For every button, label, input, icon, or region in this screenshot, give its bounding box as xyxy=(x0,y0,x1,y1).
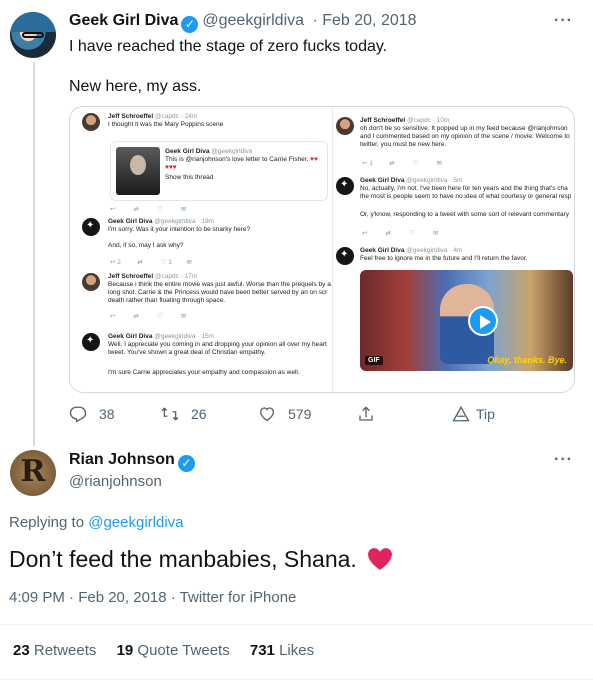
quoted-tweet: Geek Girl Diva @geekgirldiva This is @ri… xyxy=(110,141,328,201)
mini-avatar xyxy=(336,177,354,195)
mini-text: twitter, you must be new here. xyxy=(360,141,447,148)
mini-name: Geek Girl Diva xyxy=(360,247,405,254)
mini-name: Geek Girl Diva xyxy=(108,333,153,340)
mini-name: Geek Girl Diva xyxy=(360,177,405,184)
verified-badge-icon: ✓ xyxy=(177,455,195,472)
mini-text: I'm sorry. Was it your intention to be s… xyxy=(108,226,251,233)
mini-text: long shot. Carrie & the Princess would h… xyxy=(108,289,328,296)
mini-name: Geek Girl Diva xyxy=(165,148,210,155)
quoted-thumbnail xyxy=(116,147,160,195)
embedded-gif: GIF Okay, thanks. Bye. xyxy=(360,270,573,371)
tweet-attached-image[interactable]: Jeff Schroeffel @capdc · 24m I thought i… xyxy=(69,106,575,393)
mini-text: death rather than floating through space… xyxy=(108,297,226,304)
retweets-count: 23 xyxy=(13,642,30,659)
replying-prefix: Replying to xyxy=(9,514,85,531)
avatar[interactable] xyxy=(10,12,56,58)
mini-text: oh don't be so sensitive. It popped up i… xyxy=(360,125,568,132)
gif-label: GIF xyxy=(365,356,383,365)
share-button[interactable] xyxy=(357,405,387,423)
retweet-count: 26 xyxy=(191,406,207,422)
mini-name: Jeff Schroeffel xyxy=(108,273,154,280)
mini-text: I thought it was the Mary Poppins scene xyxy=(108,121,224,128)
share-icon xyxy=(359,406,373,421)
reply-author-name[interactable]: Rian Johnson xyxy=(69,451,175,468)
mini-name: Jeff Schroeffel xyxy=(360,117,406,124)
reply-author-name-row: Rian Johnson ✓ xyxy=(69,451,195,472)
mini-handle: @capdc · 17m xyxy=(154,273,198,280)
tweet-text-line2: New here, my ass. xyxy=(69,78,202,95)
mini-text: Feel free to ignore me in the future and… xyxy=(360,255,528,262)
original-tweet[interactable]: Geek Girl Diva ✓ @geekgirldiva · Feb 20, 2… xyxy=(0,0,593,446)
more-options-button[interactable]: ··· xyxy=(554,451,573,469)
reply-text-row: Don’t feed the manbabies, Shana. xyxy=(9,546,393,573)
tip-icon xyxy=(452,405,470,422)
reply-button[interactable]: 38 xyxy=(69,405,115,423)
reply-icon xyxy=(69,406,87,423)
verified-badge-icon: ✓ xyxy=(181,16,199,33)
mini-text: Or, y'know, responding to a tweet with s… xyxy=(360,211,569,218)
mini-text: and I commented based on my opinion of t… xyxy=(360,133,570,140)
like-icon xyxy=(259,407,275,422)
mini-text: I'm sure Carrie appreciates your empathy… xyxy=(108,369,300,376)
mini-handle: @geekgirldiva · 15m xyxy=(154,333,214,340)
mini-handle: @capdc · 24m xyxy=(154,113,198,120)
divider xyxy=(0,679,593,680)
heart-emoji-icon xyxy=(368,548,393,570)
mini-handle: @geekgirldiva · 19m xyxy=(154,218,214,225)
gif-caption: Okay, thanks. Bye. xyxy=(487,355,567,365)
mini-handle: @geekgirldiva xyxy=(211,148,253,155)
tweet-date[interactable]: · Feb 20, 2018 xyxy=(312,12,416,29)
retweet-button[interactable]: 26 xyxy=(161,405,207,423)
retweet-icon xyxy=(161,407,179,421)
mini-name: Jeff Schroeffel xyxy=(108,113,154,120)
mini-text: This is @rianjohnson's love letter to Ca… xyxy=(165,156,309,163)
reply-count: 38 xyxy=(99,406,115,422)
author-name[interactable]: Geek Girl Diva xyxy=(69,12,178,29)
quote-tweets-stat[interactable]: 19 Quote Tweets xyxy=(117,642,230,659)
retweets-stat[interactable]: 23 Retweets xyxy=(13,642,96,659)
tip-button[interactable]: Tip xyxy=(452,405,495,423)
more-options-button[interactable]: ··· xyxy=(554,12,573,30)
play-icon xyxy=(468,306,498,336)
replying-to: Replying to @geekgirldiva xyxy=(9,514,184,531)
mini-avatar xyxy=(82,333,100,351)
mini-avatar xyxy=(336,117,354,135)
tweet-text-line1: I have reached the stage of zero fucks t… xyxy=(69,38,388,55)
reply-text: Don’t feed the manbabies, Shana. xyxy=(9,546,357,572)
mini-handle: @geekgirldiva · 5m xyxy=(406,177,463,184)
mini-text: No, actually, I'm not. I've been here fo… xyxy=(360,185,568,192)
engagement-stats: 23 Retweets 19 Quote Tweets 731 Likes xyxy=(13,642,330,659)
tweet-header: Geek Girl Diva ✓ @geekgirldiva · Feb 20, 2… xyxy=(69,12,417,33)
like-button[interactable]: 579 xyxy=(258,405,311,423)
retweets-label: Retweets xyxy=(33,642,97,659)
mini-text: tweet. You've shown a great deal of Chri… xyxy=(108,349,266,356)
tweet-timestamp[interactable]: 4:09 PM · Feb 20, 2018 · Twitter for iPh… xyxy=(9,589,296,606)
mini-handle: @capdc · 10m xyxy=(406,117,450,124)
mini-text: the most is people seem to have no idea … xyxy=(360,193,572,200)
mini-handle: @geekgirldiva · 4m xyxy=(406,247,463,254)
likes-label: Likes xyxy=(279,642,315,659)
avatar[interactable]: R xyxy=(10,450,56,496)
author-handle[interactable]: @geekgirldiva xyxy=(202,12,304,29)
quote-tweets-count: 19 xyxy=(116,642,134,659)
mini-avatar xyxy=(82,218,100,236)
like-count: 579 xyxy=(288,406,312,422)
tip-label: Tip xyxy=(476,406,495,422)
avatar-letter: R xyxy=(20,454,46,489)
quote-tweets-label: Quote Tweets xyxy=(137,642,230,659)
likes-count: 731 xyxy=(249,642,275,659)
mini-text: Well. I appreciate you coming in and dro… xyxy=(108,341,327,348)
mini-name: Geek Girl Diva xyxy=(108,218,153,225)
reply-author-handle[interactable]: @rianjohnson xyxy=(69,473,162,490)
mini-avatar xyxy=(336,247,354,265)
divider xyxy=(0,624,593,625)
mini-avatar xyxy=(82,273,100,291)
mini-text: Because i think the entire movie was jus… xyxy=(108,281,331,288)
mini-avatar xyxy=(82,113,100,131)
show-thread-link: Show this thread xyxy=(165,174,214,181)
likes-stat[interactable]: 731 Likes xyxy=(250,642,314,659)
mini-text: And, if so, may I ask why? xyxy=(108,242,184,249)
replying-to-link[interactable]: @geekgirldiva xyxy=(88,514,183,531)
